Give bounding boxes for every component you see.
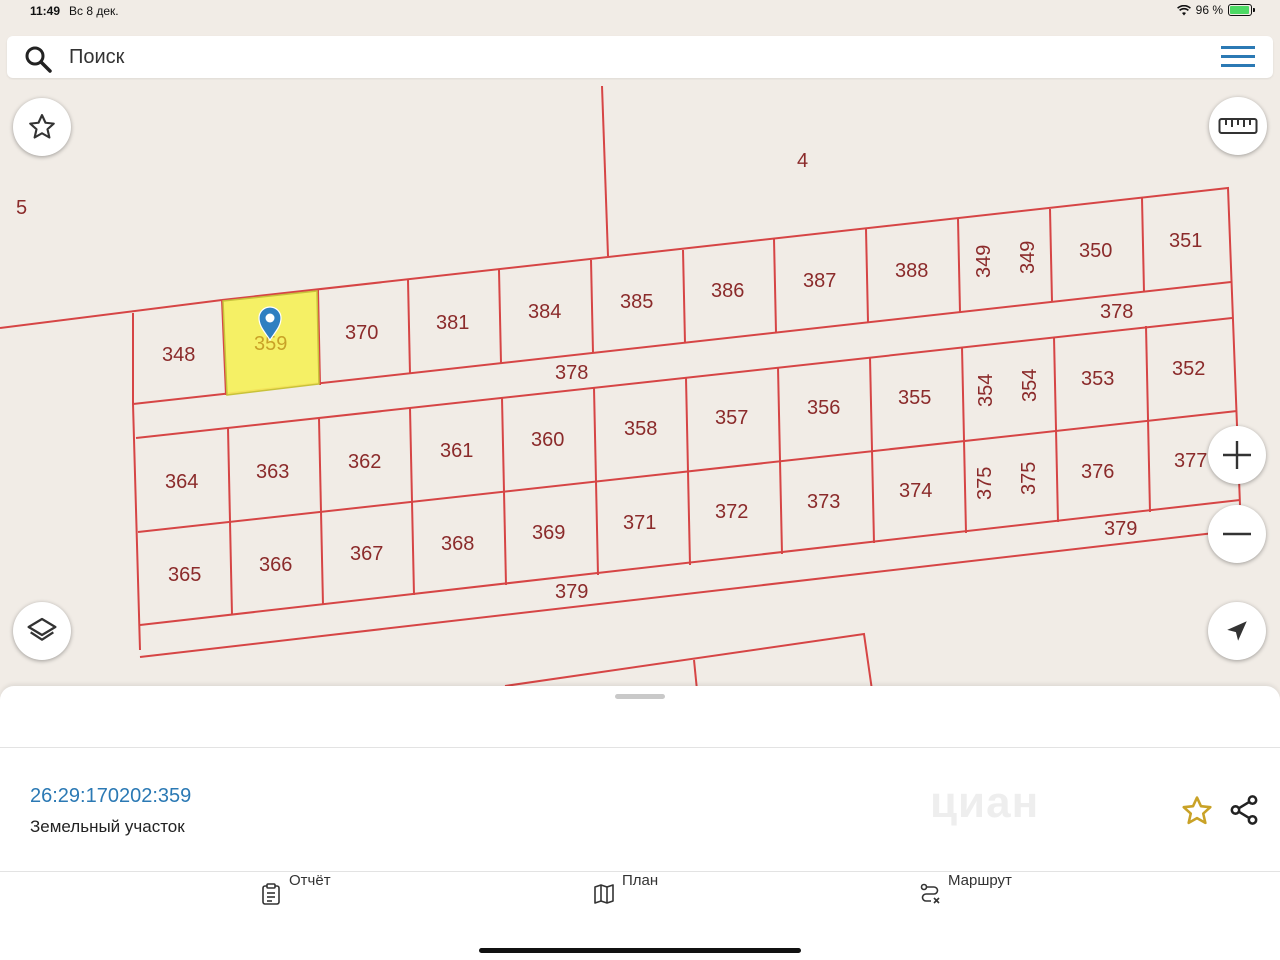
star-outline-icon	[29, 114, 55, 139]
plus-icon	[1223, 441, 1251, 469]
status-bar: 11:49 Вс 8 дек. 96 %	[0, 0, 1280, 24]
parcel-label[interactable]: 348	[162, 344, 195, 366]
route-icon	[920, 883, 940, 904]
parcel-label[interactable]: 364	[165, 471, 198, 493]
cadastral-map[interactable]: 4 5 348 359 370 381 384 385 386 387 388 …	[0, 80, 1280, 691]
parcel-label[interactable]: 355	[898, 387, 931, 409]
zoom-in-button[interactable]	[1208, 426, 1266, 484]
parcel-label[interactable]: 373	[807, 491, 840, 513]
zoom-out-button[interactable]	[1208, 505, 1266, 563]
minus-icon	[1223, 532, 1251, 536]
parcel-label[interactable]: 360	[531, 429, 564, 451]
parcel-label[interactable]: 350	[1079, 240, 1112, 262]
bottom-sheet: циан 26:29:170202:359 Земельный участок …	[0, 686, 1280, 960]
parcel-label[interactable]: 381	[436, 312, 469, 334]
parcel-label[interactable]: 351	[1169, 230, 1202, 252]
road-label-379: 379	[1104, 518, 1137, 540]
parcel-label[interactable]: 353	[1081, 368, 1114, 390]
parcel-label[interactable]: 367	[350, 543, 383, 565]
map-icon	[594, 884, 614, 904]
parcel-label[interactable]: 361	[440, 440, 473, 462]
sheet-drag-handle[interactable]	[615, 694, 665, 699]
tab-plan-label: План	[622, 872, 659, 889]
parcel-label[interactable]: 356	[807, 397, 840, 419]
parcel-label[interactable]: 385	[620, 291, 653, 313]
navigation-arrow-icon	[1227, 621, 1247, 641]
road-label-378: 378	[1100, 301, 1133, 323]
parcel-label[interactable]: 354	[975, 374, 997, 407]
parcel-label[interactable]: 368	[441, 533, 474, 555]
layers-icon	[27, 617, 57, 641]
status-time: 11:49	[30, 4, 61, 18]
parcel-cadastral-number[interactable]: 26:29:170202:359	[30, 785, 191, 808]
road-label-378: 378	[555, 362, 588, 384]
zone-label-4: 4	[797, 150, 808, 172]
zone-label-5: 5	[16, 197, 27, 219]
parcel-label[interactable]: 386	[711, 280, 744, 302]
tab-plan[interactable]: План	[592, 872, 658, 906]
parcel-label[interactable]: 375	[1018, 462, 1040, 495]
parcel-label[interactable]: 375	[974, 467, 996, 500]
ruler-button[interactable]	[1209, 97, 1267, 155]
cian-watermark: циан	[930, 778, 1040, 827]
parcel-label[interactable]: 384	[528, 301, 561, 323]
parcel-label[interactable]: 369	[532, 522, 565, 544]
clipboard-icon	[262, 883, 280, 905]
parcel-label[interactable]: 349	[973, 245, 995, 278]
search-icon[interactable]	[23, 44, 53, 74]
tab-route[interactable]: Маршрут	[918, 872, 1012, 906]
parcel-label[interactable]: 387	[803, 270, 836, 292]
search-input[interactable]: Поиск	[69, 46, 124, 69]
search-bar[interactable]: Поиск	[7, 36, 1273, 78]
parcel-label[interactable]: 363	[256, 461, 289, 483]
status-indicators: 96 %	[1176, 3, 1255, 17]
parcel-label[interactable]: 370	[345, 322, 378, 344]
parcel-label[interactable]: 362	[348, 451, 381, 473]
divider	[0, 747, 1280, 748]
parcel-label[interactable]: 349	[1017, 241, 1039, 274]
home-indicator[interactable]	[479, 948, 801, 953]
my-location-button[interactable]	[1208, 602, 1266, 660]
parcel-label[interactable]: 357	[715, 407, 748, 429]
parcel-label[interactable]: 388	[895, 260, 928, 282]
menu-icon[interactable]	[1221, 44, 1255, 70]
parcel-label[interactable]: 376	[1081, 461, 1114, 483]
tab-route-label: Маршрут	[948, 872, 1012, 889]
favorite-star-icon[interactable]	[1180, 794, 1214, 828]
parcel-label[interactable]: 365	[168, 564, 201, 586]
parcel-label[interactable]: 377	[1174, 450, 1207, 472]
battery-icon	[1228, 4, 1255, 16]
battery-percent: 96 %	[1195, 3, 1223, 17]
layers-button[interactable]	[13, 602, 71, 660]
share-icon[interactable]	[1227, 793, 1261, 827]
parcel-label[interactable]: 371	[623, 512, 656, 534]
parcel-label[interactable]: 358	[624, 418, 657, 440]
wifi-icon	[1176, 4, 1191, 15]
parcel-label[interactable]: 352	[1172, 358, 1205, 380]
status-date: Вс 8 дек.	[69, 4, 119, 18]
road-label-379: 379	[555, 581, 588, 603]
parcel-label[interactable]: 366	[259, 554, 292, 576]
parcel-label[interactable]: 374	[899, 480, 932, 502]
parcel-label[interactable]: 354	[1019, 369, 1041, 402]
parcel-type: Земельный участок	[30, 817, 185, 836]
tab-report[interactable]: Отчёт	[259, 872, 331, 906]
tab-report-label: Отчёт	[289, 872, 331, 889]
parcel-label[interactable]: 372	[715, 501, 748, 523]
ruler-icon	[1218, 118, 1258, 134]
favorites-button[interactable]	[13, 98, 71, 156]
